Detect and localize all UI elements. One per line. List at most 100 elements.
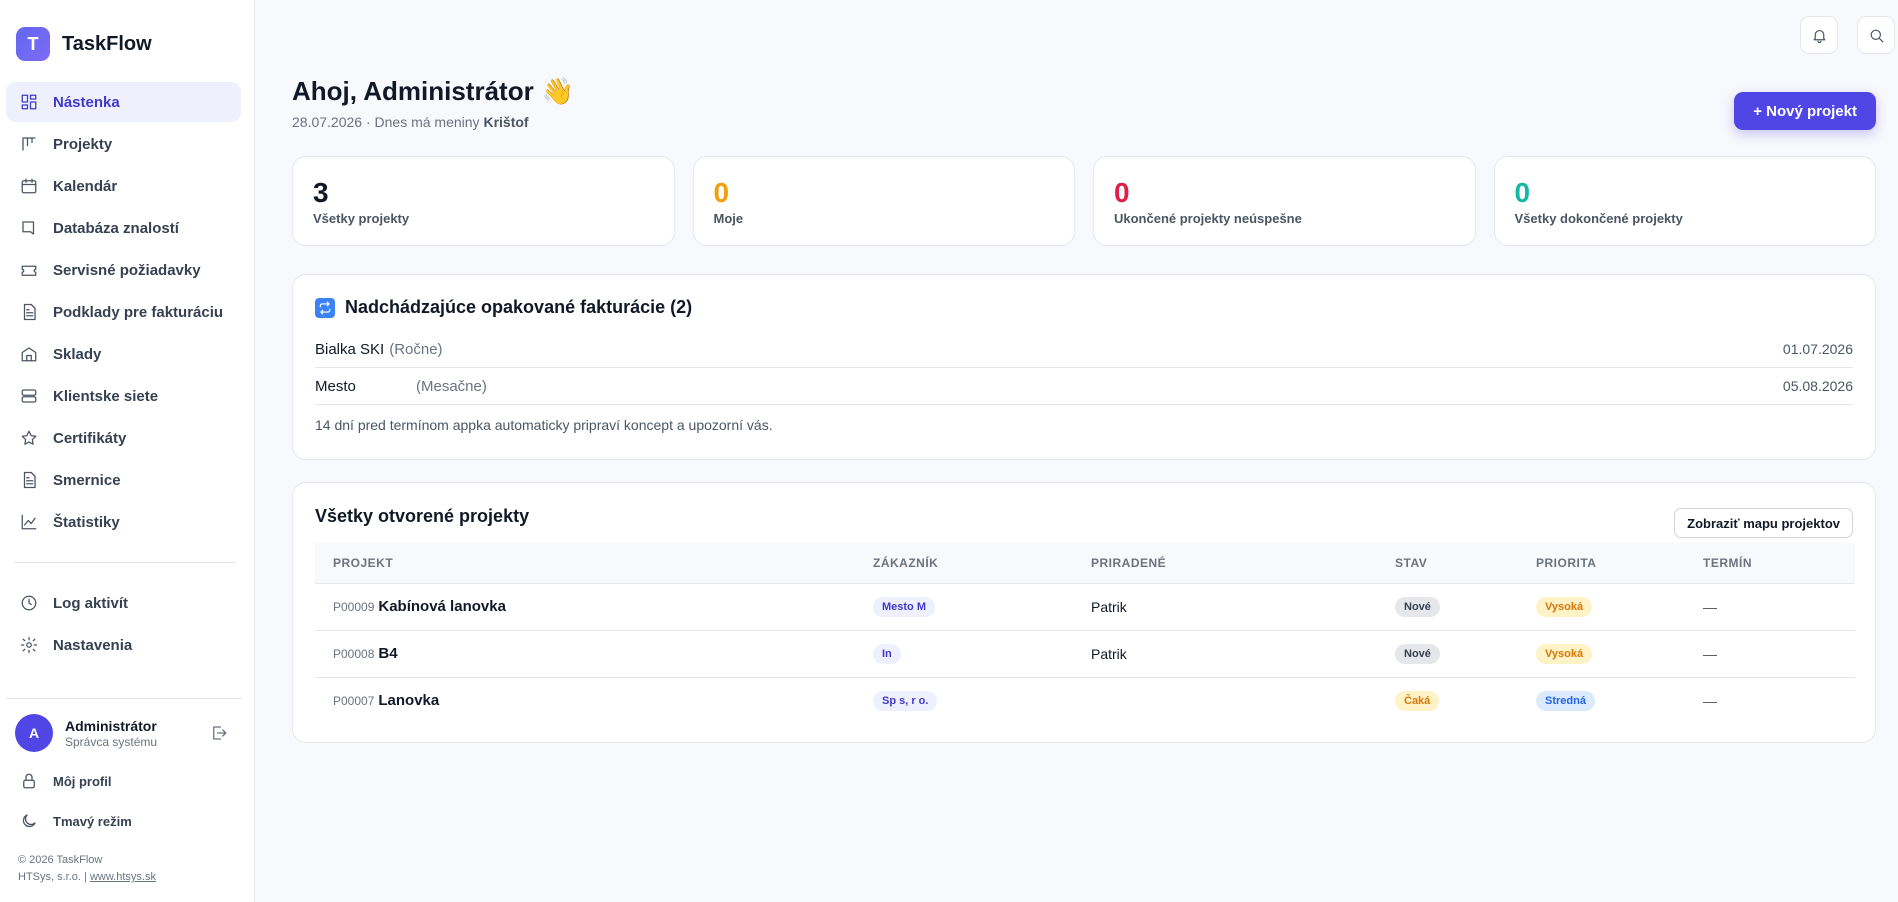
column-header-project[interactable]: PROJEKT <box>315 543 873 584</box>
stat-card-mine[interactable]: 0 Moje <box>692 156 1075 246</box>
projects-title: Všetky otvorené projekty <box>315 506 530 526</box>
stat-value: 0 <box>1114 177 1130 208</box>
search-icon <box>1868 27 1885 44</box>
stat-value: 0 <box>1514 177 1531 208</box>
project-id: P00008 <box>333 647 375 661</box>
sidebar-item-statistiky[interactable]: Štatistiky <box>6 502 241 542</box>
sidebar-item-databaza-znalosti[interactable]: Databáza znalostí <box>6 208 241 248</box>
customer-badge: Sp s, r o. <box>873 690 938 711</box>
sidebar-item-servisne-poziadavky[interactable]: Servisné požiadavky <box>6 250 241 290</box>
user-panel: A Administrátor Správca systému Môj prof… <box>6 698 242 841</box>
stat-label: Všetky projekty <box>313 211 410 226</box>
company-link[interactable]: www.htsys.sk <box>90 871 156 883</box>
sidebar-item-klientske-siete[interactable]: Klientske siete <box>6 376 241 416</box>
project-cell: P00008 B4 <box>315 630 873 678</box>
project-name[interactable]: Kabínová lanovka <box>378 598 506 615</box>
billing-row[interactable]: Bialka SKI (Ročne) 01.07.2026 <box>315 331 1853 368</box>
nameday-name: Krištof <box>483 114 529 130</box>
sidebar-nav: Nástenka Projekty Kalendár Databáza znal… <box>6 82 241 667</box>
stats-row: 3 Všetky projekty 0 Moje 0 Ukončené proj… <box>292 156 1876 246</box>
sidebar-item-kalendar[interactable]: Kalendár <box>6 166 241 206</box>
project-name[interactable]: Lanovka <box>378 692 439 709</box>
clock-icon <box>19 593 39 613</box>
table-header-row: PROJEKT ZÁKAZNÍK PRIRADENÉ STAV PRIORITA… <box>315 543 1855 584</box>
document-icon <box>19 302 39 322</box>
show-project-map-button[interactable]: Zobraziť mapu projektov <box>1674 508 1853 538</box>
calendar-icon <box>19 176 39 196</box>
sidebar-item-certifikaty[interactable]: Certifikáty <box>6 418 241 458</box>
table-row[interactable]: P00007 Lanovka Sp s, r o. Čaká Stredná — <box>315 677 1855 724</box>
column-header-status[interactable]: STAV <box>1395 543 1536 584</box>
deadline-cell: — <box>1703 583 1855 631</box>
sidebar-footer: © 2026 TaskFlow HTSys, s.r.o. | www.htsy… <box>18 852 156 886</box>
priority-badge: Vysoká <box>1536 643 1593 664</box>
company-name: HTSys, s.r.o. | <box>18 871 87 883</box>
my-profile-label: Môj profil <box>53 773 112 789</box>
assigned-cell <box>1091 677 1395 724</box>
project-id: P00007 <box>333 694 375 709</box>
logout-icon[interactable] <box>208 722 230 744</box>
dark-mode-toggle[interactable]: Tmavý režim <box>6 801 242 841</box>
sidebar-item-label: Klientske siete <box>53 387 159 405</box>
sidebar-item-label: Sklady <box>53 345 102 363</box>
gear-icon <box>19 635 39 655</box>
copyright: © 2026 TaskFlow <box>18 854 103 866</box>
column-header-deadline[interactable]: TERMÍN <box>1703 543 1855 584</box>
date-text: 28.07.2026 · Dnes má meniny <box>292 114 480 130</box>
sidebar-item-smernice[interactable]: Smernice <box>6 460 241 500</box>
ticket-icon <box>19 260 39 280</box>
dashboard-icon <box>19 92 39 112</box>
billing-row[interactable]: Mesto (Mesačne) 05.08.2026 <box>315 368 1853 405</box>
search-button[interactable] <box>1857 16 1895 54</box>
table-row[interactable]: P00009 Kabínová lanovka Mesto M Patrik No… <box>315 583 1855 631</box>
sidebar-item-label: Nástenka <box>53 93 120 111</box>
billing-date: 05.08.2026 <box>1782 378 1853 394</box>
sidebar-item-sklady[interactable]: Sklady <box>6 334 241 374</box>
sidebar-item-nastenka[interactable]: Nástenka <box>6 82 241 122</box>
status-cell: Nové <box>1395 630 1536 678</box>
status-cell: Nové <box>1395 583 1536 631</box>
avatar[interactable]: A <box>15 714 53 752</box>
customer-cell: Sp s, r o. <box>873 677 1091 724</box>
user-name: Administrátor <box>65 717 157 734</box>
project-name[interactable]: B4 <box>378 645 397 662</box>
greeting-text: Ahoj, Administrátor <box>292 76 534 106</box>
stat-card-completed[interactable]: 0 Všetky dokončené projekty <box>1493 156 1876 246</box>
stat-card-failed[interactable]: 0 Ukončené projekty neúspešne <box>1093 156 1476 246</box>
deadline-cell: — <box>1703 630 1855 678</box>
brand[interactable]: T TaskFlow <box>16 27 152 61</box>
sidebar-item-label: Certifikáty <box>53 429 127 447</box>
stat-card-all-projects[interactable]: 3 Všetky projekty <box>292 156 675 246</box>
column-header-customer[interactable]: ZÁKAZNÍK <box>873 543 1091 584</box>
status-badge: Nové <box>1395 643 1440 664</box>
project-cell: P00009 Kabínová lanovka <box>315 583 873 631</box>
sidebar-item-nastavenia[interactable]: Nastavenia <box>6 625 241 665</box>
user-row: A Administrátor Správca systému <box>6 711 242 755</box>
priority-cell: Vysoká <box>1536 630 1703 678</box>
brand-name: TaskFlow <box>62 32 152 55</box>
billing-frequency: (Mesačne) <box>416 377 487 395</box>
stat-value: 3 <box>313 177 329 208</box>
dark-mode-label: Tmavý režim <box>53 813 132 829</box>
my-profile-link[interactable]: Môj profil <box>6 761 242 801</box>
document-icon <box>19 470 39 490</box>
status-badge: Čaká <box>1395 690 1440 711</box>
warehouse-icon <box>19 344 39 364</box>
star-icon <box>19 428 39 448</box>
new-project-button[interactable]: + Nový projekt <box>1734 92 1876 130</box>
column-header-assigned[interactable]: PRIRADENÉ <box>1091 543 1395 584</box>
sidebar-item-label: Nastavenia <box>53 636 133 654</box>
assigned-cell: Patrik <box>1091 630 1395 678</box>
user-meta: Administrátor Správca systému <box>65 718 157 749</box>
sidebar-item-log-aktivit[interactable]: Log aktivít <box>6 583 241 623</box>
notifications-button[interactable] <box>1800 16 1838 54</box>
book-icon <box>19 218 39 238</box>
table-row[interactable]: P00008 B4 In Patrik Nové Vysoká — <box>315 630 1855 678</box>
column-header-priority[interactable]: PRIORITA <box>1536 543 1703 584</box>
status-badge: Nové <box>1395 596 1440 617</box>
sidebar-item-label: Projekty <box>53 135 113 153</box>
recurring-billing-panel: Nadchádzajúce opakované fakturácie (2) B… <box>292 274 1876 460</box>
sidebar-item-projekty[interactable]: Projekty <box>6 124 241 164</box>
sidebar-item-label: Log aktivít <box>53 594 129 612</box>
sidebar-item-podklady-pre-fakturaciu[interactable]: Podklady pre fakturáciu <box>6 292 241 332</box>
